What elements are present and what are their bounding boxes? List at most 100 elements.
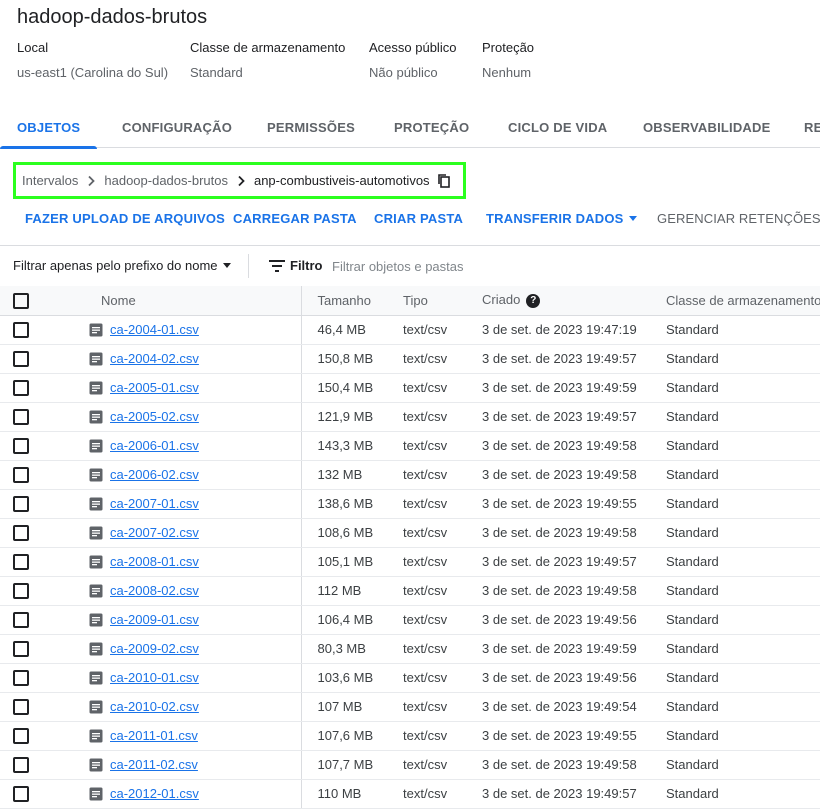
row-checkbox[interactable] <box>13 466 29 483</box>
table-row[interactable]: ca-2009-01.csv 106,4 MB text/csv 3 de set. … <box>0 605 820 635</box>
file-name-link[interactable]: ca-2008-01.csv <box>110 554 199 569</box>
table-row[interactable]: ca-2005-01.csv 150,4 MB text/csv 3 de set. … <box>0 373 820 403</box>
type-cell: text/csv <box>387 460 466 490</box>
tab-permissions[interactable]: PERMISSÕES <box>267 108 355 148</box>
table-row[interactable]: ca-2008-01.csv 105,1 MB text/csv 3 de set. … <box>0 547 820 577</box>
file-name-link[interactable]: ca-2010-02.csv <box>110 699 199 714</box>
row-checkbox[interactable] <box>13 524 29 541</box>
created-cell: 3 de set. de 2023 19:49:56 <box>466 605 650 635</box>
row-checkbox[interactable] <box>13 553 29 570</box>
table-row[interactable]: ca-2010-01.csv 103,6 MB text/csv 3 de set. … <box>0 663 820 693</box>
table-row[interactable]: ca-2011-02.csv 107,7 MB text/csv 3 de set. … <box>0 750 820 780</box>
tab-protection[interactable]: PROTEÇÃO <box>394 108 469 148</box>
breadcrumb-buckets[interactable]: Intervalos <box>22 173 78 188</box>
row-checkbox[interactable] <box>13 756 29 773</box>
column-header-storage-class[interactable]: Classe de armazenamento <box>650 286 820 316</box>
copy-icon[interactable] <box>436 173 452 189</box>
file-name-link[interactable]: ca-2005-02.csv <box>110 409 199 424</box>
breadcrumb-bucket[interactable]: hadoop-dados-brutos <box>104 173 228 188</box>
file-name-link[interactable]: ca-2009-02.csv <box>110 641 199 656</box>
file-name-link[interactable]: ca-2008-02.csv <box>110 583 199 598</box>
file-name-link[interactable]: ca-2006-01.csv <box>110 438 199 453</box>
storage-class-cell: Standard <box>650 402 820 432</box>
size-cell: 106,4 MB <box>301 605 387 635</box>
file-name-link[interactable]: ca-2004-02.csv <box>110 351 199 366</box>
transfer-data-button[interactable]: TRANSFERIR DADOS <box>486 211 637 226</box>
table-row[interactable]: ca-2004-02.csv 150,8 MB text/csv 3 de set. … <box>0 344 820 374</box>
table-row[interactable]: ca-2010-02.csv 107 MB text/csv 3 de set. de… <box>0 692 820 722</box>
column-header-name[interactable]: Nome <box>44 286 302 316</box>
row-checkbox[interactable] <box>13 408 29 425</box>
tab-observability[interactable]: OBSERVABILIDADE <box>643 108 770 148</box>
table-row[interactable]: ca-2008-02.csv 112 MB text/csv 3 de set. de… <box>0 576 820 606</box>
file-icon <box>89 555 103 569</box>
upload-folder-button[interactable]: CARREGAR PASTA <box>233 211 357 226</box>
filter-label: Filtro <box>290 258 323 273</box>
storage-class-cell: Standard <box>650 373 820 403</box>
row-checkbox[interactable] <box>13 640 29 657</box>
table-row[interactable]: ca-2011-01.csv 107,6 MB text/csv 3 de set. … <box>0 721 820 751</box>
created-cell: 3 de set. de 2023 19:49:56 <box>466 663 650 693</box>
table-row[interactable]: ca-2007-02.csv 108,6 MB text/csv 3 de set. … <box>0 518 820 548</box>
breadcrumb: Intervalos hadoop-dados-brutos anp-combu… <box>13 162 466 199</box>
file-name-link[interactable]: ca-2007-02.csv <box>110 525 199 540</box>
tab-overflow[interactable]: RE <box>804 108 820 148</box>
tab-objects[interactable]: OBJETOS <box>0 108 98 149</box>
filter-icon[interactable] <box>269 259 285 273</box>
file-name-link[interactable]: ca-2010-01.csv <box>110 670 199 685</box>
row-checkbox[interactable] <box>13 495 29 512</box>
row-checkbox[interactable] <box>13 785 29 802</box>
file-name-link[interactable]: ca-2009-01.csv <box>110 612 199 627</box>
row-checkbox[interactable] <box>13 379 29 396</box>
file-name-link[interactable]: ca-2005-01.csv <box>110 380 199 395</box>
file-icon <box>89 526 103 540</box>
table-row[interactable]: ca-2012-01.csv 110 MB text/csv 3 de set. de… <box>0 779 820 809</box>
size-cell: 108,6 MB <box>301 518 387 548</box>
type-cell: text/csv <box>387 692 466 722</box>
file-icon <box>89 497 103 511</box>
row-checkbox[interactable] <box>13 669 29 686</box>
file-name-link[interactable]: ca-2007-01.csv <box>110 496 199 511</box>
table-row[interactable]: ca-2005-02.csv 121,9 MB text/csv 3 de set. … <box>0 402 820 432</box>
size-cell: 107,6 MB <box>301 721 387 751</box>
table-row[interactable]: ca-2007-01.csv 138,6 MB text/csv 3 de set. … <box>0 489 820 519</box>
meta-value: Standard <box>190 65 243 80</box>
type-cell: text/csv <box>387 547 466 577</box>
table-row[interactable]: ca-2006-01.csv 143,3 MB text/csv 3 de set. … <box>0 431 820 461</box>
table-row[interactable]: ca-2009-02.csv 80,3 MB text/csv 3 de set. d… <box>0 634 820 664</box>
file-icon <box>89 468 103 482</box>
storage-class-cell: Standard <box>650 721 820 751</box>
column-header-created[interactable]: Criado? <box>466 286 650 316</box>
file-name-link[interactable]: ca-2011-02.csv <box>110 757 198 772</box>
name-cell: ca-2007-02.csv <box>44 518 302 548</box>
row-select-cell <box>0 547 44 577</box>
table-row[interactable]: ca-2006-02.csv 132 MB text/csv 3 de set. de… <box>0 460 820 490</box>
row-checkbox[interactable] <box>13 727 29 744</box>
row-checkbox[interactable] <box>13 350 29 367</box>
type-cell: text/csv <box>387 315 466 345</box>
row-checkbox[interactable] <box>13 698 29 715</box>
row-select-cell <box>0 605 44 635</box>
file-name-link[interactable]: ca-2006-02.csv <box>110 467 199 482</box>
help-icon[interactable]: ? <box>526 294 541 309</box>
tab-configuration[interactable]: CONFIGURAÇÃO <box>122 108 232 148</box>
row-checkbox[interactable] <box>13 611 29 628</box>
file-name-link[interactable]: ca-2004-01.csv <box>110 322 199 337</box>
row-checkbox[interactable] <box>13 582 29 599</box>
file-name-link[interactable]: ca-2012-01.csv <box>110 786 199 801</box>
manage-retention-button[interactable]: GERENCIAR RETENÇÕES <box>657 211 820 226</box>
row-checkbox[interactable] <box>13 437 29 454</box>
select-all-checkbox[interactable] <box>13 292 29 309</box>
column-header-size[interactable]: Tamanho <box>301 286 387 316</box>
filter-input[interactable] <box>332 255 632 277</box>
tab-lifecycle[interactable]: CICLO DE VIDA <box>508 108 607 148</box>
column-header-type[interactable]: Tipo <box>387 286 466 316</box>
file-name-link[interactable]: ca-2011-01.csv <box>110 728 198 743</box>
table-row[interactable]: ca-2004-01.csv 46,4 MB text/csv 3 de set. d… <box>0 315 820 345</box>
create-folder-button[interactable]: CRIAR PASTA <box>374 211 463 226</box>
row-checkbox[interactable] <box>13 321 29 338</box>
name-cell: ca-2005-01.csv <box>44 373 302 403</box>
upload-files-button[interactable]: FAZER UPLOAD DE ARQUIVOS <box>25 211 225 226</box>
row-select-cell <box>0 721 44 751</box>
prefix-filter-dropdown[interactable]: Filtrar apenas pelo prefixo do nome <box>13 258 231 273</box>
